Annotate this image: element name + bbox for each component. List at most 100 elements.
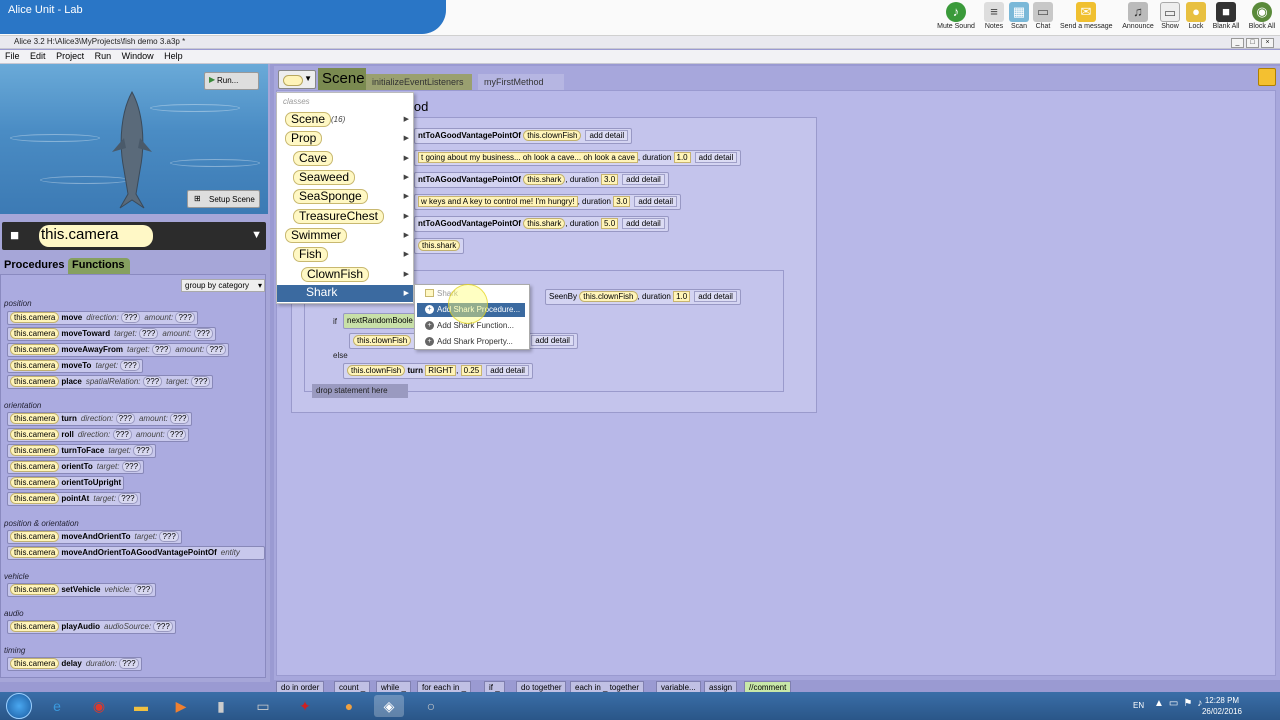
procedure-tile[interactable]: this.camera orientTo target: ??? xyxy=(7,460,145,474)
blank-icon: ■ xyxy=(1216,2,1236,22)
system-tray-icons[interactable]: ▲▭⚑♪ xyxy=(1154,698,1207,709)
app-icon[interactable]: ▮ xyxy=(206,695,236,717)
procedure-tile[interactable]: this.camera pointAt target: ??? xyxy=(7,492,141,506)
statement[interactable]: t going about my business... oh look a c… xyxy=(414,150,742,166)
shark-model xyxy=(112,90,152,209)
setup-scene-icon: ⊞ xyxy=(194,194,201,203)
method-editor: thod ntToAGoodVantagePointOf this.clownF… xyxy=(276,90,1276,676)
procedure-tile[interactable]: this.camera turnToFace target: ??? xyxy=(7,444,156,458)
procedure-tile[interactable]: this.camera moveToward target: ??? amount: … xyxy=(7,327,216,341)
alice-icon[interactable]: ◈ xyxy=(374,695,404,717)
folder-icon xyxy=(425,289,434,297)
classes-header: classes xyxy=(283,97,310,106)
chrome-icon[interactable]: ◉ xyxy=(84,695,114,717)
window-titlebar: Alice 3.2 H:\Alice3\MyProjects\fish demo… xyxy=(0,36,1280,49)
menu-file[interactable]: File xyxy=(0,50,23,61)
if-condition[interactable]: nextRandomBoole xyxy=(343,313,417,329)
tab-procedures[interactable]: Procedures xyxy=(0,258,66,274)
add-shark-property-item[interactable]: + Add Shark Property... xyxy=(423,335,529,349)
statement[interactable]: ntToAGoodVantagePointOf this.shark, dura… xyxy=(414,216,669,232)
class-item-shark: Shark xyxy=(301,286,343,301)
statement[interactable]: this.shark xyxy=(414,238,465,254)
class-item-scene[interactable]: Scene xyxy=(285,112,332,127)
message-icon: ✉ xyxy=(1076,2,1096,22)
camera-icon: ■ xyxy=(10,227,20,244)
send-message-button[interactable]: ✉ Send a message xyxy=(1060,2,1113,34)
category-label: vehicle xyxy=(4,572,29,581)
procedure-tile[interactable]: this.camera moveAndOrientToAGoodVantagePo… xyxy=(7,546,265,560)
procedure-tile[interactable]: this.camera setVehicle vehicle: ??? xyxy=(7,583,157,597)
tab-my-first-method[interactable]: myFirstMethod xyxy=(478,74,564,90)
maximize-button[interactable]: □ xyxy=(1246,38,1259,48)
procedure-tile[interactable]: this.camera move direction: ??? amount: ??? xyxy=(7,311,198,325)
media-player-icon[interactable]: ▶ xyxy=(166,695,196,717)
block-all-button[interactable]: ◉ Block All xyxy=(1236,2,1280,34)
taskbar: e ◉ ▬ ▶ ▮ ▭ ✦ ● ◈ ○ EN ▲▭⚑♪ 12:28 PM 26/… xyxy=(0,692,1280,720)
menu-edit[interactable]: Edit xyxy=(25,50,49,61)
procedure-tile[interactable]: this.camera moveAwayFrom target: ??? amount… xyxy=(7,343,229,357)
class-item-cave[interactable]: Cave xyxy=(293,151,334,166)
procedure-tile[interactable]: this.camera moveTo target: ??? xyxy=(7,359,143,373)
setup-scene-button[interactable]: ⊞ Setup Scene xyxy=(187,190,260,208)
menu-run[interactable]: Run xyxy=(90,50,115,61)
menu-window[interactable]: Window xyxy=(117,50,157,61)
language-indicator[interactable]: EN xyxy=(1133,701,1144,710)
pdf-icon[interactable]: ✦ xyxy=(290,695,320,717)
menu-help[interactable]: Help xyxy=(159,50,186,61)
clock-date: 26/02/2016 xyxy=(1201,707,1242,716)
chevron-down-icon: ▾ xyxy=(257,281,262,290)
procedure-tile[interactable]: this.camera playAudio audioSource: ??? xyxy=(7,620,176,634)
procedure-tile[interactable]: this.camera place spatialRelation: ??? targ… xyxy=(7,375,214,389)
chevron-right-icon: ▶ xyxy=(403,135,409,142)
block-icon: ◉ xyxy=(1252,2,1272,22)
class-item-seasponge[interactable]: SeaSponge xyxy=(293,189,368,204)
statement[interactable]: w keys and A key to control me! I'm hung… xyxy=(414,194,682,210)
ie-icon[interactable]: e xyxy=(42,695,72,717)
clock[interactable]: 12:28 PM 26/02/2016 xyxy=(1202,695,1242,717)
drop-statement-target[interactable]: drop statement here xyxy=(312,384,408,398)
class-item-seaweed[interactable]: Seaweed xyxy=(293,170,356,185)
statement[interactable]: ntToAGoodVantagePointOf this.shark, dura… xyxy=(414,172,669,188)
minimize-button[interactable]: _ xyxy=(1231,38,1244,48)
chevron-right-icon: ▶ xyxy=(403,193,409,200)
chevron-down-icon: ▼ xyxy=(251,229,262,241)
class-item-prop[interactable]: Prop xyxy=(285,131,323,146)
member-tabs: Procedures Functions xyxy=(0,258,270,274)
class-item-shark-selected[interactable]: Shark ▶ xyxy=(277,285,413,302)
procedure-tile[interactable]: this.camera roll direction: ??? amount: ??? xyxy=(7,428,190,442)
start-button[interactable] xyxy=(6,693,32,719)
explorer-icon[interactable]: ▬ xyxy=(126,695,156,717)
class-item-fish[interactable]: Fish xyxy=(293,247,328,262)
chevron-right-icon: ▶ xyxy=(403,232,409,239)
window-icon[interactable]: ▭ xyxy=(248,695,278,717)
type-selector-button[interactable]: ▼ xyxy=(278,70,316,89)
statement[interactable]: this.clownFish turn RIGHT, 0.25 add detai… xyxy=(343,363,533,379)
clipboard-icon[interactable] xyxy=(1258,68,1276,86)
statement[interactable]: ntToAGoodVantagePointOf this.clownFish ad… xyxy=(414,128,633,144)
window-controls: _ □ × xyxy=(1229,37,1274,48)
chevron-right-icon: ▶ xyxy=(403,213,409,220)
tab-initialize-event-listeners[interactable]: initializeEventListeners xyxy=(366,74,472,90)
close-button[interactable]: × xyxy=(1261,38,1274,48)
app-icon[interactable]: ○ xyxy=(416,695,446,717)
statement[interactable]: SeenBy this.clownFish, duration 1.0 add d… xyxy=(545,289,741,305)
run-button[interactable]: ▶ Run... xyxy=(204,72,259,90)
chevron-right-icon: ▶ xyxy=(403,271,409,278)
procedure-tile[interactable]: this.camera moveAndOrientTo target: ??? xyxy=(7,530,182,544)
play-icon: ▶ xyxy=(209,75,216,84)
class-item-swimmer[interactable]: Swimmer xyxy=(285,228,347,243)
instance-selector[interactable]: ■ this.camera ▼ xyxy=(2,222,266,250)
app-icon[interactable]: ● xyxy=(334,695,364,717)
category-label: position xyxy=(4,299,32,308)
procedure-tile[interactable]: this.camera turn direction: ??? amount: ??? xyxy=(7,412,193,426)
menu-project[interactable]: Project xyxy=(51,50,87,61)
tab-functions[interactable]: Functions xyxy=(68,258,130,274)
procedure-tile[interactable]: this.camera delay duration: ??? xyxy=(7,657,142,671)
group-by-select[interactable]: group by category ▾ xyxy=(181,279,265,292)
left-panel: ▶ Run... ⊞ Setup Scene ■ this.camera ▼ Pro… xyxy=(0,64,270,682)
class-item-clownfish[interactable]: ClownFish xyxy=(301,267,370,282)
water-ripple xyxy=(150,104,240,112)
category-label: position & orientation xyxy=(4,519,79,528)
procedure-tile[interactable]: this.camera orientToUpright xyxy=(7,476,125,490)
class-item-treasurechest[interactable]: TreasureChest xyxy=(293,209,384,224)
